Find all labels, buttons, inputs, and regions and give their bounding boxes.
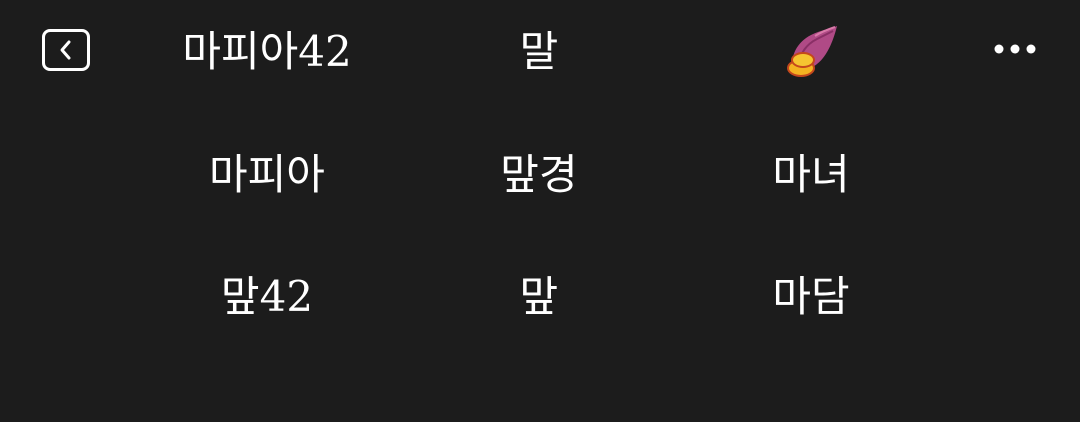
more-options-button[interactable] xyxy=(990,34,1040,64)
grid-item-3[interactable]: 마녀 xyxy=(701,140,921,210)
grid-item-2[interactable]: 맢경 xyxy=(429,140,649,210)
grid-item-5[interactable]: 맢 xyxy=(429,262,649,332)
grid-item-1[interactable]: 마피아 xyxy=(157,140,377,210)
title-mal[interactable]: 말 xyxy=(429,17,649,87)
grid-item-6[interactable]: 마담 xyxy=(701,262,921,332)
title-mafia42[interactable]: 마피아42 xyxy=(157,17,377,87)
sweet-potato-button[interactable] xyxy=(776,20,846,84)
sweet-potato-icon xyxy=(787,26,837,77)
grid-item-4[interactable]: 맢42 xyxy=(157,262,377,332)
chevron-left-icon xyxy=(60,40,71,60)
back-button[interactable] xyxy=(42,29,90,71)
more-dots-icon xyxy=(994,44,1036,54)
